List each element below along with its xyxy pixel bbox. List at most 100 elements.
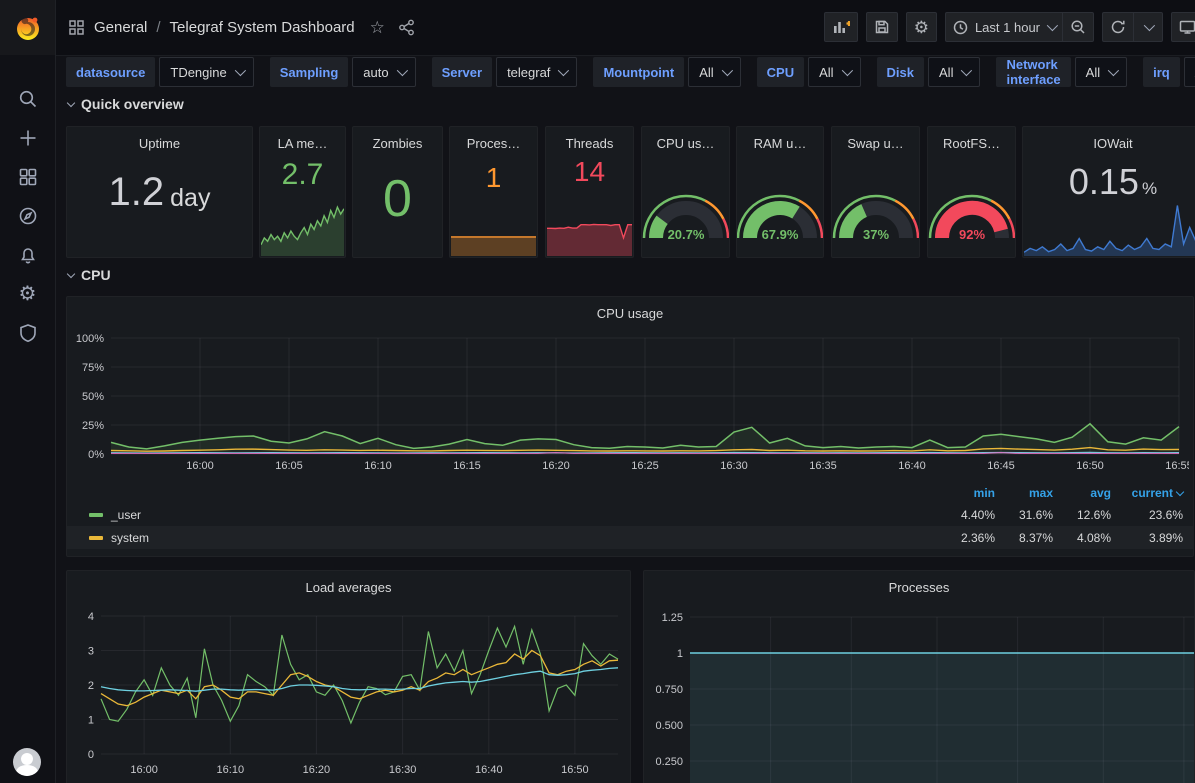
processes-chart[interactable]: 0.2500.5000.75011.25 [648, 601, 1194, 783]
svg-text:16:50: 16:50 [561, 764, 589, 776]
dashboards-icon[interactable] [9, 166, 47, 188]
legend-series-toggle[interactable]: iowait [89, 554, 937, 558]
sidebar: ⚙ [0, 0, 56, 783]
row-quick-overview[interactable]: Quick overview [68, 96, 184, 112]
server-admin-shield-icon[interactable] [9, 322, 47, 344]
refresh-button[interactable] [1102, 12, 1133, 42]
sparkline [547, 206, 632, 256]
variable-value-dropdown[interactable]: TDengine [159, 57, 253, 87]
legend-sort-max[interactable]: max [995, 486, 1053, 500]
svg-text:0.250: 0.250 [655, 756, 683, 768]
create-plus-icon[interactable] [9, 127, 47, 149]
svg-text:0.500: 0.500 [655, 720, 683, 732]
sparkline [451, 234, 536, 256]
row-cpu[interactable]: CPU [68, 267, 111, 283]
chevron-down-icon [721, 65, 732, 76]
variable-value-dropdown[interactable]: auto [352, 57, 415, 87]
variable-value-dropdown[interactable]: All [808, 57, 860, 87]
svg-text:0.750: 0.750 [655, 684, 683, 696]
dashboard-settings-button[interactable]: ⚙ [906, 12, 937, 42]
chevron-down-icon [1108, 65, 1119, 76]
panel-title[interactable]: CPU us… [642, 127, 729, 151]
add-panel-button[interactable] [824, 12, 858, 42]
svg-text:16:35: 16:35 [809, 460, 837, 472]
variable-value-dropdown[interactable]: telegraf [496, 57, 577, 87]
stat-value: 0.15 [1069, 164, 1139, 200]
panel-title[interactable]: RAM u… [737, 127, 823, 151]
legend-sort-avg[interactable]: avg [1053, 486, 1111, 500]
sparkline [261, 200, 344, 256]
legend-sort-current[interactable]: current [1111, 486, 1183, 500]
legend-series-toggle[interactable]: system [89, 531, 937, 545]
svg-text:16:10: 16:10 [364, 460, 392, 472]
grafana-dashboard: ⚙ General / Telegraf System Dashboard ☆ … [0, 0, 1195, 783]
chevron-down-icon [235, 65, 246, 76]
grafana-logo-icon [13, 13, 43, 43]
legend-sort-min[interactable]: min [937, 486, 995, 500]
stat-unit: % [1142, 179, 1157, 199]
variable-value-dropdown[interactable]: All [928, 57, 980, 87]
variable-disk: Disk All [877, 57, 981, 87]
grafana-logo[interactable] [0, 0, 55, 55]
time-range-picker[interactable]: Last 1 hour [945, 12, 1062, 42]
variable-label: datasource [66, 57, 155, 87]
panel-title[interactable]: RootFS… [928, 127, 1015, 151]
svg-text:16:20: 16:20 [542, 460, 570, 472]
variable-label: Network interface [996, 57, 1070, 87]
legend-row-iowait: iowait 0.626% 4.11% 1.18% 1.24% [67, 549, 1193, 557]
variable-label: Disk [877, 57, 924, 87]
variable-cpu: CPU All [757, 57, 861, 87]
gauge: 37% [831, 186, 920, 251]
top-header: General / Telegraf System Dashboard ☆ ⚙ … [55, 0, 1195, 56]
sort-chevron-icon [1176, 488, 1184, 496]
explore-compass-icon[interactable] [9, 205, 47, 227]
panel-threads: Threads 14 [545, 126, 634, 258]
panel-title[interactable]: CPU usage [67, 297, 1193, 321]
breadcrumb-folder[interactable]: General [94, 19, 147, 36]
alerting-bell-icon[interactable] [9, 244, 47, 266]
search-icon[interactable] [9, 88, 47, 110]
svg-text:16:15: 16:15 [453, 460, 481, 472]
share-icon[interactable] [398, 19, 415, 36]
save-dashboard-button[interactable] [866, 12, 898, 42]
svg-text:16:00: 16:00 [186, 460, 214, 472]
row-title: CPU [81, 267, 111, 283]
legend-series-toggle[interactable]: _user [89, 508, 937, 522]
cpu-usage-chart[interactable]: 0%25%50%75%100%16:0016:0516:1016:1516:20… [71, 327, 1189, 477]
user-avatar[interactable] [13, 748, 41, 776]
zoom-out-time-button[interactable] [1062, 12, 1094, 42]
legend-header-row: min max avg current [67, 483, 1193, 503]
panel-uptime: Uptime 1.2day [66, 126, 253, 258]
panel-title[interactable]: Processes [644, 571, 1194, 595]
svg-text:16:40: 16:40 [898, 460, 926, 472]
svg-text:16:00: 16:00 [130, 764, 158, 776]
panel-cpu-usage-gauge: CPU us… 20.7% [641, 126, 730, 258]
row-title: Quick overview [81, 96, 184, 112]
panel-iowait: IOWait 0.15% [1022, 126, 1195, 258]
gauge: 67.9% [736, 186, 824, 251]
svg-text:4: 4 [88, 611, 94, 623]
configuration-gear-icon[interactable]: ⚙ [9, 283, 47, 305]
variable-value-dropdown[interactable]: All [688, 57, 740, 87]
variable-datasource: datasource TDengine [66, 57, 254, 87]
stat-value: 14 [574, 158, 605, 186]
svg-text:75%: 75% [82, 362, 104, 374]
panel-title[interactable]: Swap u… [832, 127, 919, 151]
svg-text:1.25: 1.25 [662, 612, 683, 624]
panel-title[interactable]: Load averages [67, 571, 630, 595]
svg-text:37%: 37% [862, 227, 888, 242]
kiosk-mode-button[interactable] [1171, 12, 1195, 42]
gauge: 92% [927, 186, 1016, 251]
svg-text:67.9%: 67.9% [762, 227, 799, 242]
variable-value-dropdown[interactable]: All [1075, 57, 1127, 87]
variable-value-dropdown[interactable]: All [1184, 57, 1195, 87]
svg-text:16:30: 16:30 [389, 764, 417, 776]
star-icon[interactable]: ☆ [370, 18, 385, 38]
svg-text:16:50: 16:50 [1076, 460, 1104, 472]
load-averages-chart[interactable]: 0123416:0016:1016:2016:3016:4016:50 [71, 601, 626, 783]
variable-label: Mountpoint [593, 57, 684, 87]
series-swatch [89, 536, 103, 540]
chevron-down-icon [558, 65, 569, 76]
dashboard-title[interactable]: Telegraf System Dashboard [170, 19, 355, 36]
refresh-interval-dropdown[interactable] [1133, 12, 1163, 42]
